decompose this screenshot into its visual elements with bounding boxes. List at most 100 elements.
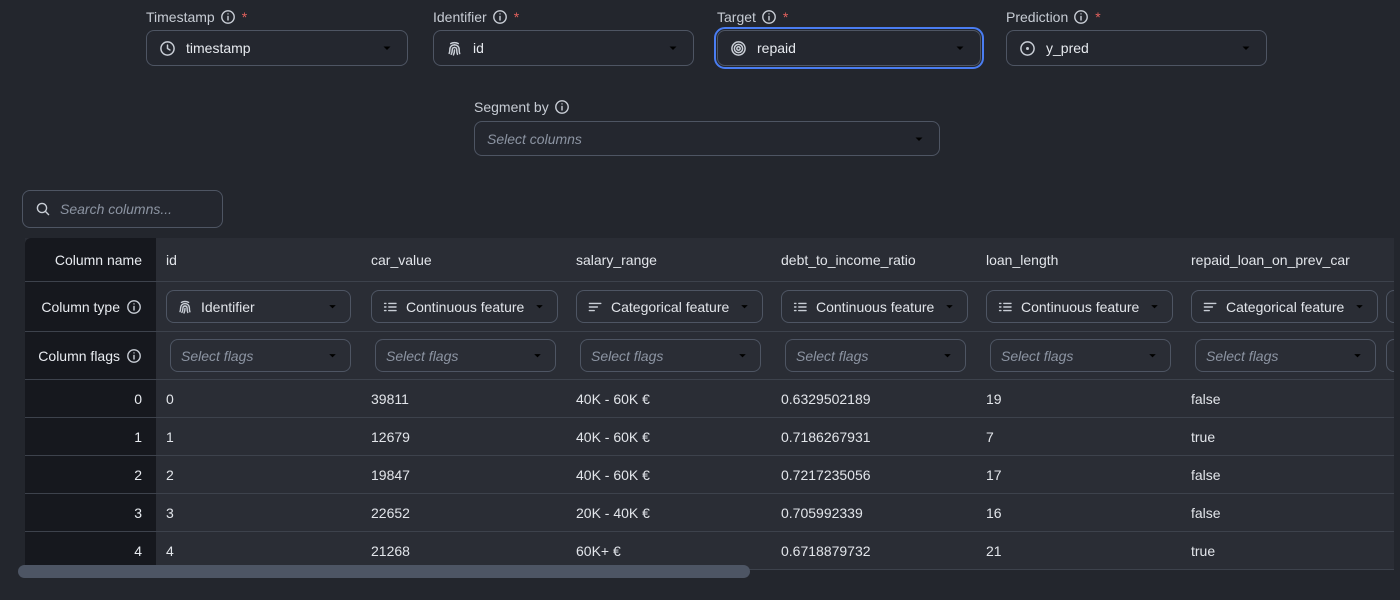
column-type-select[interactable]: Categorical feature: [576, 290, 763, 323]
search-columns-box[interactable]: [22, 190, 223, 228]
table-cell: 3: [156, 494, 361, 531]
identifier-label: Identifier *: [433, 8, 694, 26]
chevron-down-icon: [1352, 299, 1367, 314]
list-numbered-icon: [997, 299, 1013, 315]
table-row: 2 2 19847 40K - 60K € 0.7217235056 17 fa…: [25, 455, 1394, 493]
segment-by-label: Segment by: [474, 98, 940, 116]
table-cell: 39811: [361, 380, 566, 417]
table-cell: 12679: [361, 418, 566, 455]
table-row: 0 0 39811 40K - 60K € 0.6329502189 19 fa…: [25, 379, 1394, 417]
identifier-select-value: id: [473, 40, 484, 56]
table-cell: 0.6329502189: [771, 380, 976, 417]
prediction-select-value: y_pred: [1046, 40, 1089, 56]
info-icon[interactable]: [761, 9, 777, 25]
info-icon[interactable]: [492, 9, 508, 25]
table-cell: false: [1181, 456, 1386, 493]
search-input[interactable]: [60, 201, 210, 217]
column-name-row-label: Column name: [25, 238, 156, 281]
column-flags-select[interactable]: Select flags: [170, 339, 351, 372]
table-cell: 22652: [361, 494, 566, 531]
table-cell: 0.6718879732: [771, 532, 976, 569]
table-cell: 0.7186267931: [771, 418, 976, 455]
prediction-field: Prediction * y_pred: [1006, 8, 1267, 66]
required-asterisk: *: [242, 9, 247, 25]
chevron-down-icon: [911, 131, 927, 147]
column-flags-select[interactable]: Select flags: [1195, 339, 1376, 372]
table-cell: 19: [976, 380, 1181, 417]
identifier-select[interactable]: id: [433, 30, 694, 66]
column-header: debt_to_income_ratio: [771, 238, 976, 281]
horizontal-scrollbar-thumb[interactable]: [18, 565, 750, 578]
column-type-select-partial[interactable]: [1386, 290, 1394, 323]
chevron-down-icon: [942, 299, 957, 314]
column-type-select[interactable]: Continuous feature: [781, 290, 968, 323]
fingerprint-icon: [177, 299, 193, 315]
table-cell: false: [1181, 380, 1386, 417]
chevron-down-icon: [1350, 348, 1365, 363]
column-flags-select[interactable]: Select flags: [785, 339, 966, 372]
column-flags-select[interactable]: Select flags: [990, 339, 1171, 372]
table-cell: 0.705992339: [771, 494, 976, 531]
row-index: 2: [25, 456, 156, 493]
table-cell: 40K - 60K €: [566, 380, 771, 417]
info-icon[interactable]: [554, 99, 570, 115]
table-cell: 21: [976, 532, 1181, 569]
info-icon[interactable]: [220, 9, 236, 25]
clock-icon: [159, 40, 176, 57]
column-flags-row: Column flags Select flags Select flags S…: [25, 331, 1394, 379]
target-label: Target *: [717, 8, 981, 26]
column-header: repaid_loan_on_prev_car: [1181, 238, 1386, 281]
info-icon[interactable]: [126, 299, 142, 315]
chevron-down-icon: [1238, 40, 1254, 56]
column-flags-select[interactable]: Select flags: [375, 339, 556, 372]
column-flags-select[interactable]: Select flags: [580, 339, 761, 372]
column-flags-row-label: Column flags: [25, 332, 156, 379]
prediction-select[interactable]: y_pred: [1006, 30, 1267, 66]
sort-lines-icon: [1202, 299, 1218, 315]
table-cell: 19847: [361, 456, 566, 493]
chevron-down-icon: [735, 348, 750, 363]
info-icon[interactable]: [126, 348, 142, 364]
table-cell: 2: [156, 456, 361, 493]
column-header: loan_length: [976, 238, 1181, 281]
required-asterisk: *: [514, 9, 519, 25]
table-cell: 0: [156, 380, 361, 417]
target-select-value: repaid: [757, 40, 796, 56]
columns-table: Column name id car_value salary_range de…: [25, 238, 1394, 570]
table-cell: 20K - 40K €: [566, 494, 771, 531]
column-type-row-label: Column type: [25, 282, 156, 331]
required-asterisk: *: [1095, 9, 1100, 25]
column-type-select[interactable]: Continuous feature: [371, 290, 558, 323]
column-type-select[interactable]: Continuous feature: [986, 290, 1173, 323]
column-header: car_value: [361, 238, 566, 281]
column-flags-select-partial[interactable]: [1386, 339, 1394, 372]
identifier-field: Identifier * id: [433, 8, 694, 66]
timestamp-select-value: timestamp: [186, 40, 251, 56]
list-numbered-icon: [382, 299, 398, 315]
column-type-select[interactable]: Identifier: [166, 290, 351, 323]
segment-by-placeholder: Select columns: [487, 131, 582, 147]
timestamp-select[interactable]: timestamp: [146, 30, 408, 66]
segment-by-select[interactable]: Select columns: [474, 121, 940, 156]
table-cell: true: [1181, 418, 1386, 455]
column-header-partial: [1386, 238, 1394, 281]
chevron-down-icon: [1147, 299, 1162, 314]
row-index: 1: [25, 418, 156, 455]
table-row: 3 3 22652 20K - 40K € 0.705992339 16 fal…: [25, 493, 1394, 531]
info-icon[interactable]: [1073, 9, 1089, 25]
column-header: salary_range: [566, 238, 771, 281]
chevron-down-icon: [379, 40, 395, 56]
list-numbered-icon: [792, 299, 808, 315]
table-cell: 40K - 60K €: [566, 456, 771, 493]
table-cell: true: [1181, 532, 1386, 569]
column-header: id: [156, 238, 361, 281]
chevron-down-icon: [1145, 348, 1160, 363]
table-row: 4 4 21268 60K+ € 0.6718879732 21 true: [25, 531, 1394, 569]
table-cell: 7: [976, 418, 1181, 455]
target-icon: [730, 40, 747, 57]
search-icon: [35, 201, 51, 217]
column-type-select[interactable]: Categorical feature: [1191, 290, 1378, 323]
target-select[interactable]: repaid: [717, 30, 981, 66]
prediction-icon: [1019, 40, 1036, 57]
table-cell: 16: [976, 494, 1181, 531]
